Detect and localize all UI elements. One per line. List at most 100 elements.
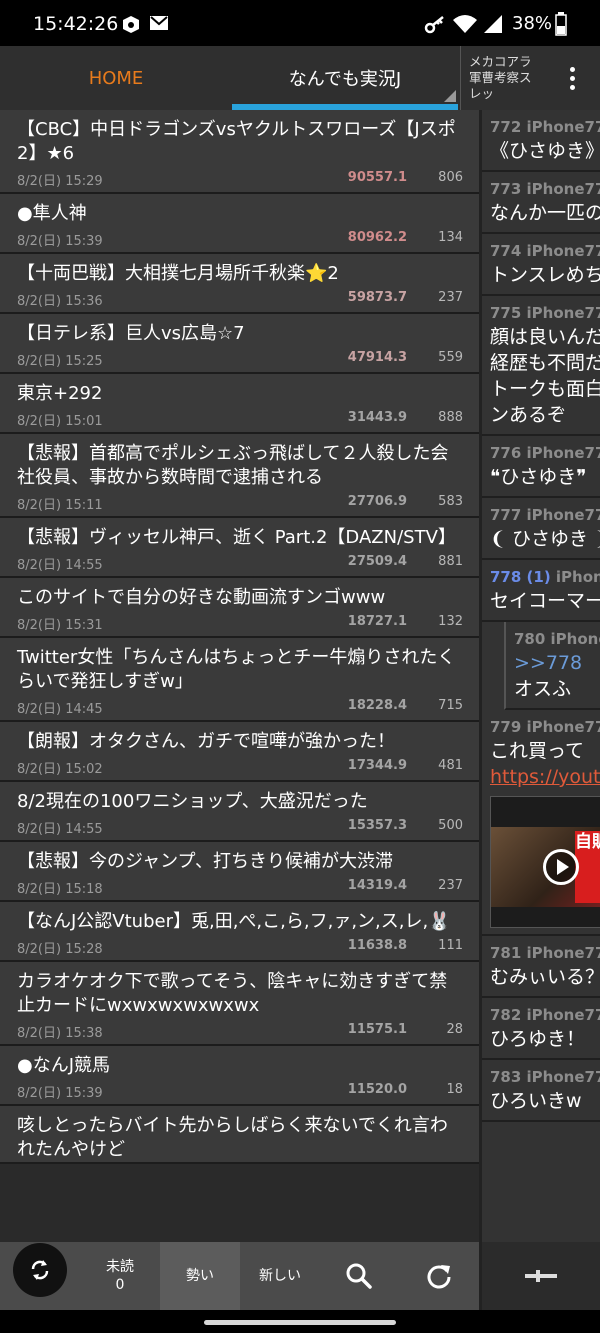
battery-percent: 38% bbox=[512, 13, 553, 34]
unread-count: 0 bbox=[115, 1277, 125, 1293]
thread-res-count: 881 bbox=[438, 554, 463, 569]
post-body-line: 経歴も不問だ bbox=[490, 352, 600, 374]
thread-title: 【悲報】今のジャンプ、打ちきり候補が大渋滞 bbox=[17, 851, 394, 872]
tab-nanj-jikkyo[interactable]: なんでも実況J bbox=[232, 46, 458, 110]
post-header: 772 iPhone77 bbox=[490, 118, 600, 136]
post-item[interactable]: 778 (1) iPhoneセイコーマー bbox=[482, 560, 600, 622]
post-item[interactable]: 777 iPhone77 ❨ ひさゆき ❩ bbox=[482, 498, 600, 560]
sort-new-label: 新しい bbox=[259, 1268, 301, 1284]
post-body-line: ❝ひさゆき❞ bbox=[490, 466, 587, 488]
home-gesture-pill[interactable] bbox=[204, 1320, 396, 1325]
post-body-line: ひろいきw bbox=[490, 1090, 582, 1112]
post-item[interactable]: 775 iPhone77 顔は良いんだ 経歴も不問だ トークも面白 ンあるぞ bbox=[482, 296, 600, 436]
thread-res-count: 134 bbox=[438, 230, 463, 245]
post-header: 777 iPhone77 bbox=[490, 506, 600, 524]
refresh-button[interactable] bbox=[398, 1242, 479, 1310]
thread-date: 8/2(日) 14:55 bbox=[17, 822, 103, 837]
post-item[interactable]: 779 iPhone77 これ買ってhttps://yout 自販機 bbox=[482, 710, 600, 936]
search-icon bbox=[346, 1263, 372, 1289]
overflow-menu-button[interactable] bbox=[544, 46, 600, 110]
signal-icon bbox=[484, 15, 502, 33]
unread-filter-button[interactable]: 未読 0 bbox=[80, 1242, 160, 1310]
thread-row[interactable]: 【なんJ公認Vtuber】兎,田,ぺ,こ,ら,フ,ァ,ン,ス,レ,🐰 8/2(日)… bbox=[0, 902, 479, 962]
thread-row[interactable]: 【日テレ系】巨人vs広島☆7 8/2(日) 15:25 47914.3 559 bbox=[0, 314, 479, 374]
thread-title: 【悲報】ヴィッセル神戸、逝く Part.2【DAZN/STV】 bbox=[17, 527, 456, 548]
thread-row[interactable]: ●なんJ競馬 8/2(日) 15:39 11520.0 18 bbox=[0, 1046, 479, 1106]
thread-date: 8/2(日) 15:38 bbox=[17, 1026, 103, 1041]
post-header: 776 iPhone77 bbox=[490, 444, 600, 462]
post-item[interactable]: 780 iPhone >>778 オスふ bbox=[504, 622, 600, 710]
thread-meta: 8/2(日) 14:55 27509.4 881 bbox=[17, 550, 463, 576]
post-item[interactable]: 776 iPhone77 ❝ひさゆき❞ bbox=[482, 436, 600, 498]
thread-title: 【朗報】オタクさん、ガチで喧嘩が強かった！ bbox=[17, 731, 395, 752]
thread-res-count: 888 bbox=[438, 410, 463, 425]
search-button[interactable] bbox=[320, 1242, 398, 1310]
thread-date: 8/2(日) 15:25 bbox=[17, 354, 103, 369]
thread-date: 8/2(日) 14:55 bbox=[17, 558, 103, 573]
thread-row[interactable]: 【CBC】中日ドラゴンズvsヤクルトスワローズ【Jスポ2】★6 8/2(日) 15… bbox=[0, 110, 479, 194]
tab-thread-next[interactable]: メカコアラ軍曹考察スレッ bbox=[460, 46, 542, 110]
video-thumbnail[interactable]: 自販機 bbox=[490, 796, 600, 928]
thread-meta: 8/2(日) 15:39 80962.2 134 bbox=[17, 226, 463, 252]
wifi-icon bbox=[453, 15, 477, 33]
thread-row[interactable]: 咳しとったらバイト先からしばらく来ないでくれ言われたんやけど bbox=[0, 1106, 479, 1164]
post-item[interactable]: 781 iPhone77 むみぃいる？ bbox=[482, 936, 600, 998]
thread-row[interactable]: 東京+292 8/2(日) 15:01 31443.9 888 bbox=[0, 374, 479, 434]
sync-fab-button[interactable] bbox=[13, 1243, 67, 1297]
post-header: 781 iPhone77 bbox=[490, 944, 600, 962]
post-item[interactable]: 782 iPhone77 ひろゆき！ bbox=[482, 998, 600, 1060]
thread-row[interactable]: カラオケオク下で歌ってそう、陰キャに効きすぎて禁止カードにwxwxwxwxwxw… bbox=[0, 962, 479, 1046]
post-anchor-link[interactable]: >>778 bbox=[514, 650, 600, 676]
thread-row[interactable]: 【悲報】ヴィッセル神戸、逝く Part.2【DAZN/STV】 8/2(日) 14… bbox=[0, 518, 479, 578]
thread-speed: 11520.0 bbox=[347, 1082, 407, 1097]
thread-row[interactable]: 【悲報】首都高でポルシェぶっ飛ばして２人殺した会社役員、事故から数時間で逮捕され… bbox=[0, 434, 479, 518]
thread-title: 【悲報】首都高でポルシェぶっ飛ばして２人殺した会社役員、事故から数時間で逮捕され… bbox=[17, 443, 449, 488]
post-number-link[interactable]: 778 (1) bbox=[490, 568, 551, 586]
system-nav-bar bbox=[0, 1310, 600, 1333]
thread-meta: 8/2(日) 15:38 11575.1 28 bbox=[17, 1018, 463, 1044]
thread-posts-pane[interactable]: 772 iPhone77 《ひさゆき》 773 iPhone77 なんか一匹の 774 … bbox=[482, 110, 600, 1242]
thread-res-count: 806 bbox=[438, 170, 463, 185]
post-body-line: なんか一匹の bbox=[490, 202, 600, 224]
thread-row[interactable]: 【悲報】今のジャンプ、打ちきり候補が大渋滞 8/2(日) 15:18 14319.4… bbox=[0, 842, 479, 902]
thread-speed: 18727.1 bbox=[347, 614, 407, 629]
thread-title: カラオケオク下で歌ってそう、陰キャに効きすぎて禁止カードにwxwxwxwxwxw… bbox=[17, 971, 448, 1016]
thread-row[interactable]: ●隼人神 8/2(日) 15:39 80962.2 134 bbox=[0, 194, 479, 254]
tab-corner-marker bbox=[444, 90, 456, 102]
thread-speed: 14319.4 bbox=[347, 878, 407, 893]
thread-date: 8/2(日) 15:29 bbox=[17, 174, 103, 189]
post-item[interactable]: 772 iPhone77 《ひさゆき》 bbox=[482, 110, 600, 172]
sort-momentum-button[interactable]: 勢い bbox=[160, 1242, 240, 1310]
post-item[interactable]: 783 iPhone77 ひろいきw bbox=[482, 1060, 600, 1122]
thread-meta: 8/2(日) 15:11 27706.9 583 bbox=[17, 490, 463, 516]
thread-row[interactable]: このサイトで自分の好きな動画流すンゴwww 8/2(日) 15:31 18727.1… bbox=[0, 578, 479, 638]
thread-row[interactable]: 【十両巴戦】大相撲七月場所千秋楽⭐2 8/2(日) 15:36 59873.7 237 bbox=[0, 254, 479, 314]
thread-date: 8/2(日) 15:28 bbox=[17, 942, 103, 957]
thread-row[interactable]: 【朗報】オタクさん、ガチで喧嘩が強かった！ 8/2(日) 15:02 17344.9… bbox=[0, 722, 479, 782]
thread-row[interactable]: Twitter女性「ちんさんはちょっとチー牛煽りされたくらいで発狂しすぎw」 8/… bbox=[0, 638, 479, 722]
battery-icon bbox=[555, 12, 567, 36]
thread-date: 8/2(日) 15:02 bbox=[17, 762, 103, 777]
thread-meta: 8/2(日) 15:18 14319.4 237 bbox=[17, 874, 463, 900]
thread-meta: 8/2(日) 14:55 15357.3 500 bbox=[17, 814, 463, 840]
tab-home[interactable]: HOME bbox=[0, 46, 232, 110]
pane-tool-button[interactable] bbox=[482, 1242, 600, 1310]
post-item[interactable]: 773 iPhone77 なんか一匹の bbox=[482, 172, 600, 234]
thread-meta: 8/2(日) 15:01 31443.9 888 bbox=[17, 406, 463, 432]
thread-res-count: 715 bbox=[438, 698, 463, 713]
play-icon[interactable] bbox=[543, 849, 579, 885]
tab-nanj-label: なんでも実況J bbox=[288, 69, 402, 90]
thread-res-count: 481 bbox=[438, 758, 463, 773]
overflow-menu-icon bbox=[569, 65, 575, 92]
sort-new-button[interactable]: 新しい bbox=[240, 1242, 320, 1310]
post-author: iPhone bbox=[555, 568, 600, 586]
status-bar: 15:42:26 38% bbox=[0, 0, 600, 46]
post-url-link[interactable]: https://yout bbox=[490, 764, 600, 790]
thread-speed: 80962.2 bbox=[347, 230, 407, 245]
thread-row[interactable]: 8/2現在の100ワニショップ、大盛況だった 8/2(日) 14:55 15357.… bbox=[0, 782, 479, 842]
post-item[interactable]: 774 iPhone77 トンスレめち bbox=[482, 234, 600, 296]
thread-list[interactable]: 【CBC】中日ドラゴンズvsヤクルトスワローズ【Jスポ2】★6 8/2(日) 15… bbox=[0, 110, 479, 1242]
refresh-icon bbox=[427, 1265, 450, 1289]
thread-speed: 90557.1 bbox=[347, 170, 407, 185]
thread-speed: 11638.8 bbox=[347, 938, 407, 953]
